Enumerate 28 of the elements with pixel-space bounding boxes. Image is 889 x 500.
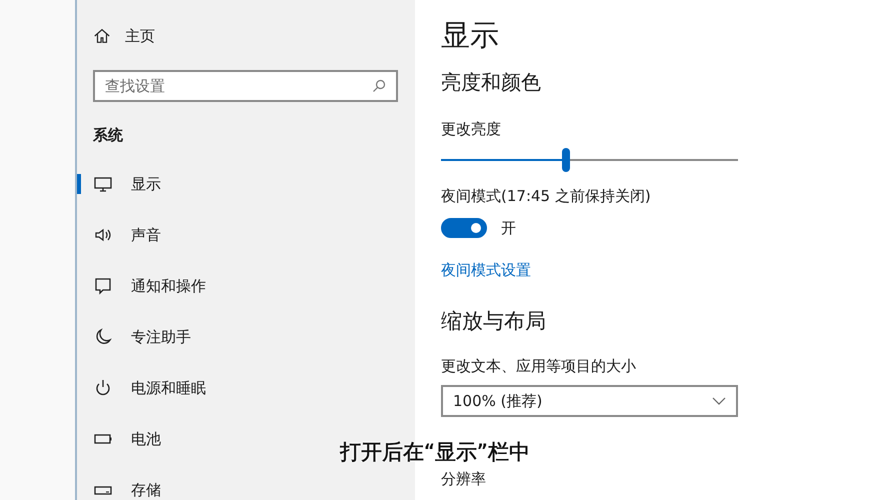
- brightness-slider[interactable]: [441, 148, 738, 172]
- nav-item[interactable]: 电池: [77, 429, 161, 449]
- night-light-label: 夜间模式(17:45 之前保持关闭): [441, 186, 652, 207]
- scale-dropdown[interactable]: 100% (推荐): [441, 385, 738, 417]
- resolution-label: 分辨率: [441, 469, 487, 489]
- slider-thumb[interactable]: [562, 148, 570, 172]
- night-light-settings-link[interactable]: 夜间模式设置: [441, 258, 531, 281]
- home-icon: [93, 27, 111, 45]
- search-field[interactable]: 查找设置: [93, 70, 398, 102]
- section-heading: 系统: [93, 125, 124, 146]
- section-heading: 缩放与布局: [441, 308, 547, 335]
- video-caption: 打开后在“显示”栏中: [340, 439, 530, 466]
- search-icon: [372, 79, 386, 93]
- toggle-state: 开: [501, 218, 516, 239]
- section-heading: 亮度和颜色: [441, 69, 542, 96]
- nav-item[interactable]: 声音: [77, 225, 161, 245]
- chevron-down-icon: [712, 397, 726, 405]
- speech-bubble-icon: [93, 276, 113, 296]
- nav-item[interactable]: 通知和操作: [77, 276, 206, 296]
- page-title: 显示: [441, 17, 500, 54]
- brightness-label: 更改亮度: [441, 119, 502, 140]
- nav-item[interactable]: 显示: [77, 174, 161, 194]
- home-link[interactable]: 主页: [125, 24, 155, 48]
- scale-label: 更改文本、应用等项目的大小: [441, 356, 637, 377]
- nav-item[interactable]: 存储: [77, 480, 161, 500]
- nav-item[interactable]: 电源和睡眠: [77, 378, 206, 398]
- toggle-switch[interactable]: [441, 218, 487, 238]
- nav-item[interactable]: 专注助手: [77, 327, 191, 347]
